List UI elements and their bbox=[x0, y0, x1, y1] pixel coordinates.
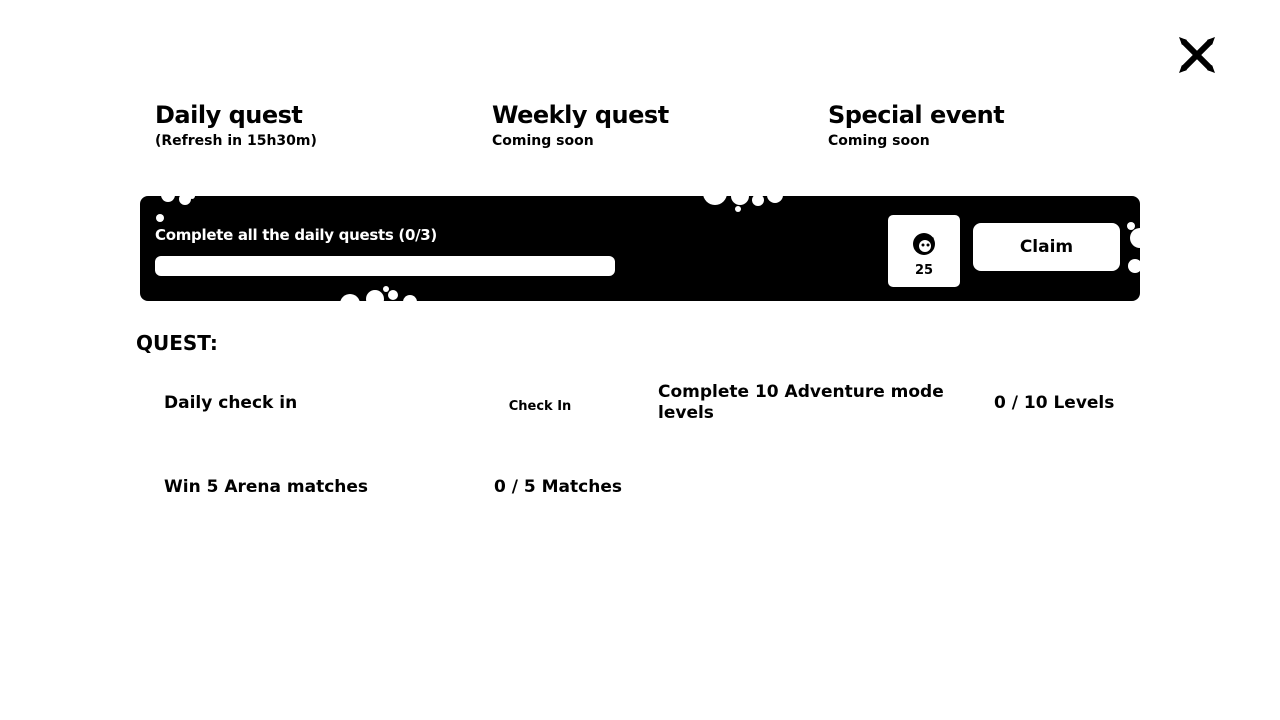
quest-adventure-levels-name: Complete 10 Adventure mode levels bbox=[658, 382, 944, 423]
close-button[interactable] bbox=[1176, 34, 1218, 76]
banner-goal-text: Complete all the daily quests (0/3) bbox=[155, 226, 437, 244]
tab-daily-quest[interactable]: Daily quest (Refresh in 15h30m) bbox=[155, 100, 317, 150]
daily-progress-bar bbox=[155, 256, 615, 276]
reward-item: 25 bbox=[888, 215, 960, 287]
tab-daily-quest-title: Daily quest bbox=[155, 101, 303, 129]
tab-special-event-status: Coming soon bbox=[828, 133, 930, 149]
tab-special-event[interactable]: Special event Coming soon bbox=[828, 100, 1005, 150]
check-in-button[interactable]: Check In bbox=[500, 392, 580, 420]
tab-weekly-quest-title: Weekly quest bbox=[492, 101, 669, 129]
quest-adventure-levels-progress: 0 / 10 Levels bbox=[994, 393, 1115, 413]
claim-button[interactable]: Claim bbox=[973, 223, 1120, 271]
tab-weekly-quest[interactable]: Weekly quest Coming soon bbox=[492, 100, 669, 150]
quest-arena-matches-name: Win 5 Arena matches bbox=[164, 477, 369, 497]
daily-completion-banner: Complete all the daily quests (0/3) 25 C… bbox=[140, 196, 1140, 301]
quest-screen: Daily quest (Refresh in 15h30m) Weekly q… bbox=[0, 0, 1280, 720]
character-token-icon bbox=[913, 233, 935, 255]
close-x-icon bbox=[1179, 37, 1215, 73]
reward-amount: 25 bbox=[914, 263, 934, 278]
quest-arena-matches-progress: 0 / 5 Matches bbox=[494, 477, 622, 497]
tab-weekly-quest-status: Coming soon bbox=[492, 133, 594, 149]
quest-section-title: QUEST: bbox=[136, 331, 218, 355]
tab-daily-quest-refresh-timer: (Refresh in 15h30m) bbox=[155, 133, 317, 149]
tab-special-event-title: Special event bbox=[828, 101, 1005, 129]
quest-daily-check-in-name: Daily check in bbox=[164, 393, 298, 413]
